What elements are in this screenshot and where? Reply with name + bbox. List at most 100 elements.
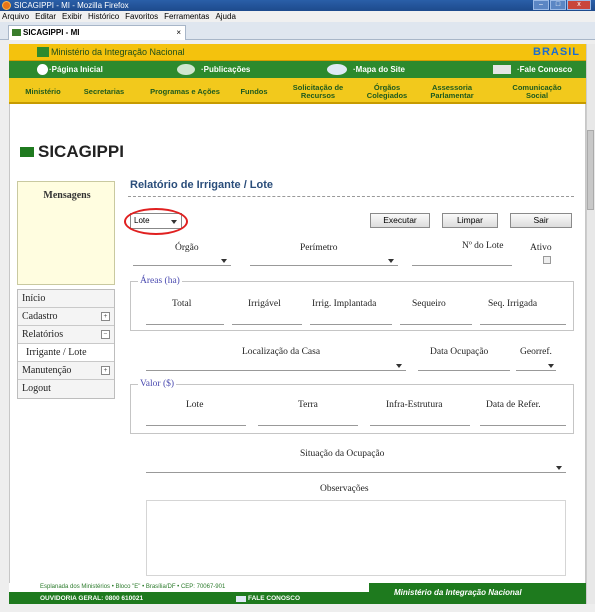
sidebar-item-label: Cadastro: [22, 311, 58, 322]
tab-bar: SICAGIPPI - MI ×: [0, 22, 595, 40]
data-ocupacao-field[interactable]: [418, 359, 510, 371]
chevron-down-icon: [221, 259, 227, 263]
nav-programas-acoes[interactable]: Programas e Ações: [141, 88, 229, 96]
menu-bar: Arquivo Editar Exibir Histórico Favorito…: [0, 11, 595, 22]
menu-favoritos[interactable]: Favoritos: [125, 11, 158, 22]
chevron-down-icon: [396, 364, 402, 368]
publications-icon: [177, 64, 195, 75]
valor-lote-field[interactable]: [146, 414, 246, 426]
collapse-icon[interactable]: −: [101, 330, 110, 339]
nav-secretarias[interactable]: Secretarias: [79, 88, 129, 96]
expand-icon[interactable]: +: [101, 312, 110, 321]
valor-terra-field[interactable]: [258, 414, 358, 426]
valor-infra-field[interactable]: [370, 414, 470, 426]
sidebar-item-manutencao[interactable]: Manutenção +: [18, 362, 114, 380]
link-fale-conosco[interactable]: ·Fale Conosco: [517, 61, 572, 78]
area-irrig-implantada-field[interactable]: [310, 313, 392, 325]
area-total-field[interactable]: [146, 313, 224, 325]
menu-historico[interactable]: Histórico: [88, 11, 119, 22]
num-lote-label: Nº do Lote: [462, 241, 504, 251]
nav-comunicacao-social[interactable]: Comunicação Social: [505, 84, 569, 100]
link-mapa-do-site[interactable]: ·Mapa do Site: [353, 61, 405, 78]
tab-close-icon[interactable]: ×: [176, 26, 181, 40]
window-titlebar: SICAGIPPI - MI - Mozilla Firefox: [0, 0, 595, 11]
area-irrig-implantada-label: Irrig. Implantada: [312, 299, 377, 309]
app-title: SICAGIPPI: [38, 142, 124, 161]
situacao-select[interactable]: [146, 461, 566, 473]
observacoes-textarea[interactable]: [146, 500, 566, 576]
footer-ministry: Ministério da Integração Nacional: [394, 588, 522, 597]
mail-icon: [236, 596, 246, 602]
menu-arquivo[interactable]: Arquivo: [2, 11, 29, 22]
sidebar-item-logout[interactable]: Logout: [18, 380, 114, 398]
situacao-label: Situação da Ocupação: [300, 449, 385, 459]
menu-ferramentas[interactable]: Ferramentas: [164, 11, 209, 22]
menu-exibir[interactable]: Exibir: [62, 11, 82, 22]
ministry-name: Ministério da Integração Nacional: [51, 47, 185, 57]
data-ocupacao-label: Data Ocupação: [430, 347, 489, 357]
sidebar-item-relatorios[interactable]: Relatórios −: [18, 326, 114, 344]
areas-legend: Áreas (ha): [138, 276, 182, 286]
sicagippi-logo-icon: [20, 147, 34, 157]
link-publicacoes[interactable]: ·Publicações: [201, 61, 250, 78]
link-pagina-inicial[interactable]: ·Página Inicial: [49, 61, 103, 78]
sidebar-item-label: Manutenção: [22, 365, 72, 376]
main-nav: Ministério Secretarias Programas e Ações…: [9, 78, 586, 104]
menu-ajuda[interactable]: Ajuda: [215, 11, 235, 22]
valor-terra-label: Terra: [298, 400, 318, 410]
footer-fale-conosco-link[interactable]: FALE CONOSCO: [248, 595, 300, 602]
window-controls: – □ x: [533, 0, 591, 11]
footer-address: Esplanada dos Ministérios • Bloco "E" • …: [40, 584, 226, 590]
sidebar-item-irrigante-lote[interactable]: Irrigante / Lote: [18, 344, 114, 362]
chevron-down-icon: [548, 364, 554, 368]
scrollbar-thumb[interactable]: [587, 130, 594, 210]
sidebar-item-label: Início: [22, 293, 46, 304]
area-seq-irrigada-field[interactable]: [480, 313, 566, 325]
area-sequeiro-field[interactable]: [400, 313, 472, 325]
close-window-button[interactable]: x: [567, 0, 591, 10]
valor-lote-label: Lote: [186, 400, 204, 410]
nav-ministerio[interactable]: Ministério: [17, 88, 69, 96]
page-scrollbar[interactable]: [586, 44, 595, 604]
site-favicon-icon: [12, 29, 21, 36]
sidebar-item-label: Logout: [22, 383, 51, 394]
nav-orgaos-colegiados[interactable]: Órgãos Colegiados: [363, 84, 411, 100]
area-sequeiro-label: Sequeiro: [412, 299, 446, 309]
num-lote-field[interactable]: [412, 254, 512, 266]
sidebar-item-cadastro[interactable]: Cadastro +: [18, 308, 114, 326]
minimize-button[interactable]: –: [533, 0, 549, 10]
chevron-down-icon: [388, 259, 394, 263]
exit-button[interactable]: Sair: [510, 213, 572, 228]
nav-solicitacao-recursos[interactable]: Solicitação de Recursos: [289, 84, 347, 100]
sidebar-menu: Início Cadastro + Relatórios − Irrigante /…: [17, 289, 115, 399]
perimetro-select[interactable]: [250, 254, 398, 266]
orgao-select[interactable]: [133, 254, 231, 266]
expand-icon[interactable]: +: [101, 366, 110, 375]
ministry-logo-icon: [37, 47, 49, 57]
brasil-logo: BRASIL: [533, 46, 580, 58]
localizacao-label: Localização da Casa: [242, 347, 321, 357]
valor-data-refer-field[interactable]: [480, 414, 566, 426]
valor-legend: Valor ($): [138, 379, 177, 389]
home-icon: [37, 64, 48, 75]
browser-tab[interactable]: SICAGIPPI - MI ×: [8, 25, 186, 40]
messages-panel: Mensagens: [17, 181, 115, 285]
top-links-bar: ·Página Inicial ·Publicações ·Mapa do Si…: [9, 61, 586, 78]
nav-fundos[interactable]: Fundos: [237, 88, 271, 96]
sidebar-item-inicio[interactable]: Início: [18, 290, 114, 308]
area-irrigavel-field[interactable]: [232, 313, 302, 325]
sidebar-item-label: Irrigante / Lote: [26, 347, 87, 358]
nav-assessoria-parlamentar[interactable]: Assessoria Parlamentar: [421, 84, 483, 100]
maximize-button[interactable]: □: [550, 0, 566, 10]
highlight-circle: [124, 208, 188, 235]
georef-select[interactable]: [516, 359, 556, 371]
ativo-label: Ativo: [530, 243, 552, 253]
menu-editar[interactable]: Editar: [35, 11, 56, 22]
ativo-checkbox[interactable]: [543, 256, 551, 264]
messages-title: Mensagens: [43, 190, 91, 201]
execute-button[interactable]: Executar: [370, 213, 430, 228]
clear-button[interactable]: Limpar: [442, 213, 498, 228]
localizacao-select[interactable]: [146, 359, 406, 371]
sidebar-item-label: Relatórios: [22, 329, 64, 340]
footer-ouvidoria: OUVIDORIA GERAL: 0800 610021: [40, 595, 144, 602]
